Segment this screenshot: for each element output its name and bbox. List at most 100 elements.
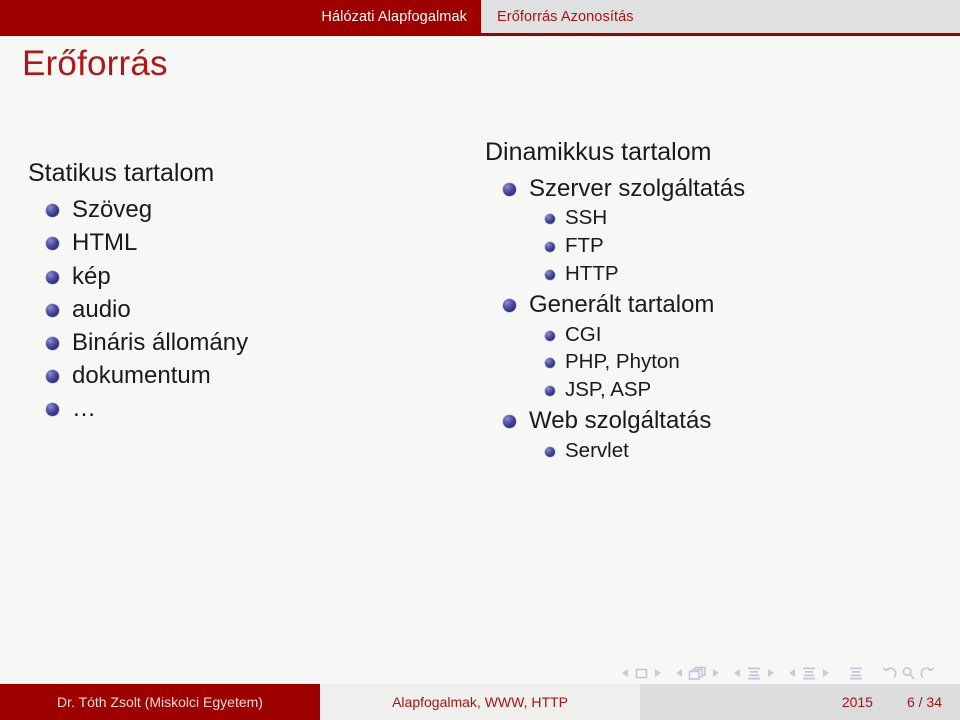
list-item-label: Web szolgáltatás: [529, 407, 712, 435]
right-column-list: Szerver szolgáltatás SSH FTP HTTP Generá…: [485, 173, 945, 464]
frame-icon[interactable]: [688, 666, 707, 681]
list-item[interactable]: Szerver szolgáltatás SSH FTP HTTP: [485, 173, 945, 287]
nav-group-document: [846, 666, 866, 680]
next-subsection-icon[interactable]: [766, 667, 775, 679]
beamer-slide: Hálózati Alapfogalmak Erőforrás Azonosít…: [0, 0, 960, 720]
nav-group-history: [880, 666, 937, 680]
title-area: Erőforrás: [0, 36, 960, 83]
footer-page-number: 6 / 34: [906, 694, 942, 710]
sublist-item-label: Servlet: [565, 438, 629, 462]
nav-group-section: [786, 666, 832, 680]
prev-frame-icon[interactable]: [675, 667, 684, 679]
sublist-item[interactable]: HTTP: [529, 261, 945, 288]
bullet-ball-icon: [545, 385, 555, 396]
bullet-ball-icon: [545, 446, 555, 457]
section-icon[interactable]: [801, 666, 817, 680]
sublist-item-label: PHP, Phyton: [565, 350, 680, 374]
prev-slide-icon[interactable]: [621, 667, 630, 679]
document-icon[interactable]: [848, 666, 864, 680]
beamer-navigation-symbols: [619, 662, 946, 684]
list-item[interactable]: audio: [28, 294, 468, 325]
list-item-label: …: [72, 395, 96, 423]
next-slide-icon[interactable]: [653, 667, 662, 679]
nav-group-slide: [619, 667, 664, 680]
sublist-item[interactable]: FTP: [529, 233, 945, 260]
bullet-ball-icon: [545, 214, 555, 225]
list-item[interactable]: Szöveg: [28, 194, 468, 225]
forward-icon[interactable]: [920, 666, 935, 680]
list-item-label: audio: [72, 295, 131, 323]
sublist: SSH FTP HTTP: [529, 205, 945, 287]
list-item[interactable]: HTML: [28, 227, 468, 258]
sublist-item[interactable]: PHP, Phyton: [529, 349, 945, 376]
sublist-item-label: JSP, ASP: [565, 377, 652, 401]
footer-author-label: Dr. Tóth Zsolt (Miskolci Egyetem): [57, 694, 263, 710]
right-column-heading: Dinamikkus tartalom: [485, 137, 712, 166]
footer-title: Alapfogalmak, WWW, HTTP: [320, 684, 640, 720]
slide-body: Statikus tartalom Szöveg HTML kép audio: [0, 82, 960, 720]
bullet-ball-icon: [503, 183, 516, 197]
list-item[interactable]: dokumentum: [28, 360, 468, 391]
prev-section-icon[interactable]: [788, 667, 797, 679]
column-right: Dinamikkus tartalom Szerver szolgáltatás…: [485, 138, 945, 467]
left-column-list: Szöveg HTML kép audio Bináris állomány d…: [28, 194, 468, 424]
list-item[interactable]: Generált tartalom CGI PHP, Phyton JSP, A…: [485, 289, 945, 403]
list-item[interactable]: Web szolgáltatás Servlet: [485, 405, 945, 464]
list-item-label: Generált tartalom: [529, 291, 715, 319]
list-item-label: dokumentum: [72, 362, 211, 390]
subsection-icon[interactable]: [746, 666, 762, 680]
list-item-label: Bináris állomány: [72, 329, 249, 356]
sublist-item-label: HTTP: [565, 261, 619, 285]
sublist-item[interactable]: Servlet: [529, 438, 945, 465]
bullet-ball-icon: [545, 358, 555, 369]
bullet-ball-icon: [545, 330, 555, 341]
column-left: Statikus tartalom Szöveg HTML kép audio: [28, 159, 468, 427]
sublist: CGI PHP, Phyton JSP, ASP: [529, 322, 945, 404]
slide-icon[interactable]: [634, 667, 649, 680]
list-item-label: Szerver szolgáltatás: [529, 175, 746, 203]
footer-author: Dr. Tóth Zsolt (Miskolci Egyetem): [0, 684, 320, 720]
sublist-item[interactable]: CGI: [529, 322, 945, 349]
list-item[interactable]: kép: [28, 261, 468, 292]
footline: Dr. Tóth Zsolt (Miskolci Egyetem) Alapfo…: [0, 684, 960, 720]
sublist-item-label: FTP: [565, 234, 604, 258]
list-item[interactable]: Bináris állomány: [28, 327, 468, 358]
next-section-icon[interactable]: [821, 667, 830, 679]
footer-year: 2015: [841, 694, 873, 710]
bullet-ball-icon: [46, 403, 59, 417]
sublist-item-label: SSH: [565, 206, 608, 230]
footer-title-label: Alapfogalmak, WWW, HTTP: [392, 694, 568, 710]
bullet-ball-icon: [545, 242, 555, 253]
frame-title: Erőforrás: [22, 44, 168, 83]
section-navigation-bar: Hálózati Alapfogalmak Erőforrás Azonosít…: [0, 0, 960, 33]
sublist-item[interactable]: SSH: [529, 205, 945, 232]
sublist-item-label: CGI: [565, 322, 602, 346]
bullet-ball-icon: [46, 270, 59, 284]
section-tab-next[interactable]: Erőforrás Azonosítás: [481, 0, 960, 33]
bullet-ball-icon: [46, 370, 59, 384]
list-item-label: kép: [72, 262, 111, 290]
section-tab-active-label: Hálózati Alapfogalmak: [321, 8, 467, 25]
bullet-ball-icon: [46, 237, 59, 251]
left-column-heading: Statikus tartalom: [28, 158, 215, 187]
sublist-item[interactable]: JSP, ASP: [529, 377, 945, 404]
section-tab-next-label: Erőforrás Azonosítás: [497, 8, 634, 25]
bullet-ball-icon: [545, 269, 555, 280]
list-item-label: HTML: [72, 229, 138, 257]
bullet-ball-icon: [46, 303, 59, 317]
section-tab-active[interactable]: Hálózati Alapfogalmak: [0, 0, 481, 33]
bullet-ball-icon: [503, 415, 516, 429]
list-item-label: Szöveg: [72, 196, 153, 224]
footer-meta: 2015 6 / 34: [640, 684, 960, 720]
bullet-ball-icon: [503, 299, 516, 313]
next-frame-icon[interactable]: [711, 667, 720, 679]
bullet-ball-icon: [46, 204, 59, 218]
nav-group-subsection: [731, 666, 777, 680]
nav-group-frame: [673, 666, 722, 681]
find-icon[interactable]: [901, 666, 916, 680]
prev-subsection-icon[interactable]: [733, 667, 742, 679]
back-icon[interactable]: [882, 666, 897, 680]
sublist: Servlet: [529, 438, 945, 465]
list-item[interactable]: …: [28, 393, 468, 424]
bullet-ball-icon: [46, 337, 59, 350]
